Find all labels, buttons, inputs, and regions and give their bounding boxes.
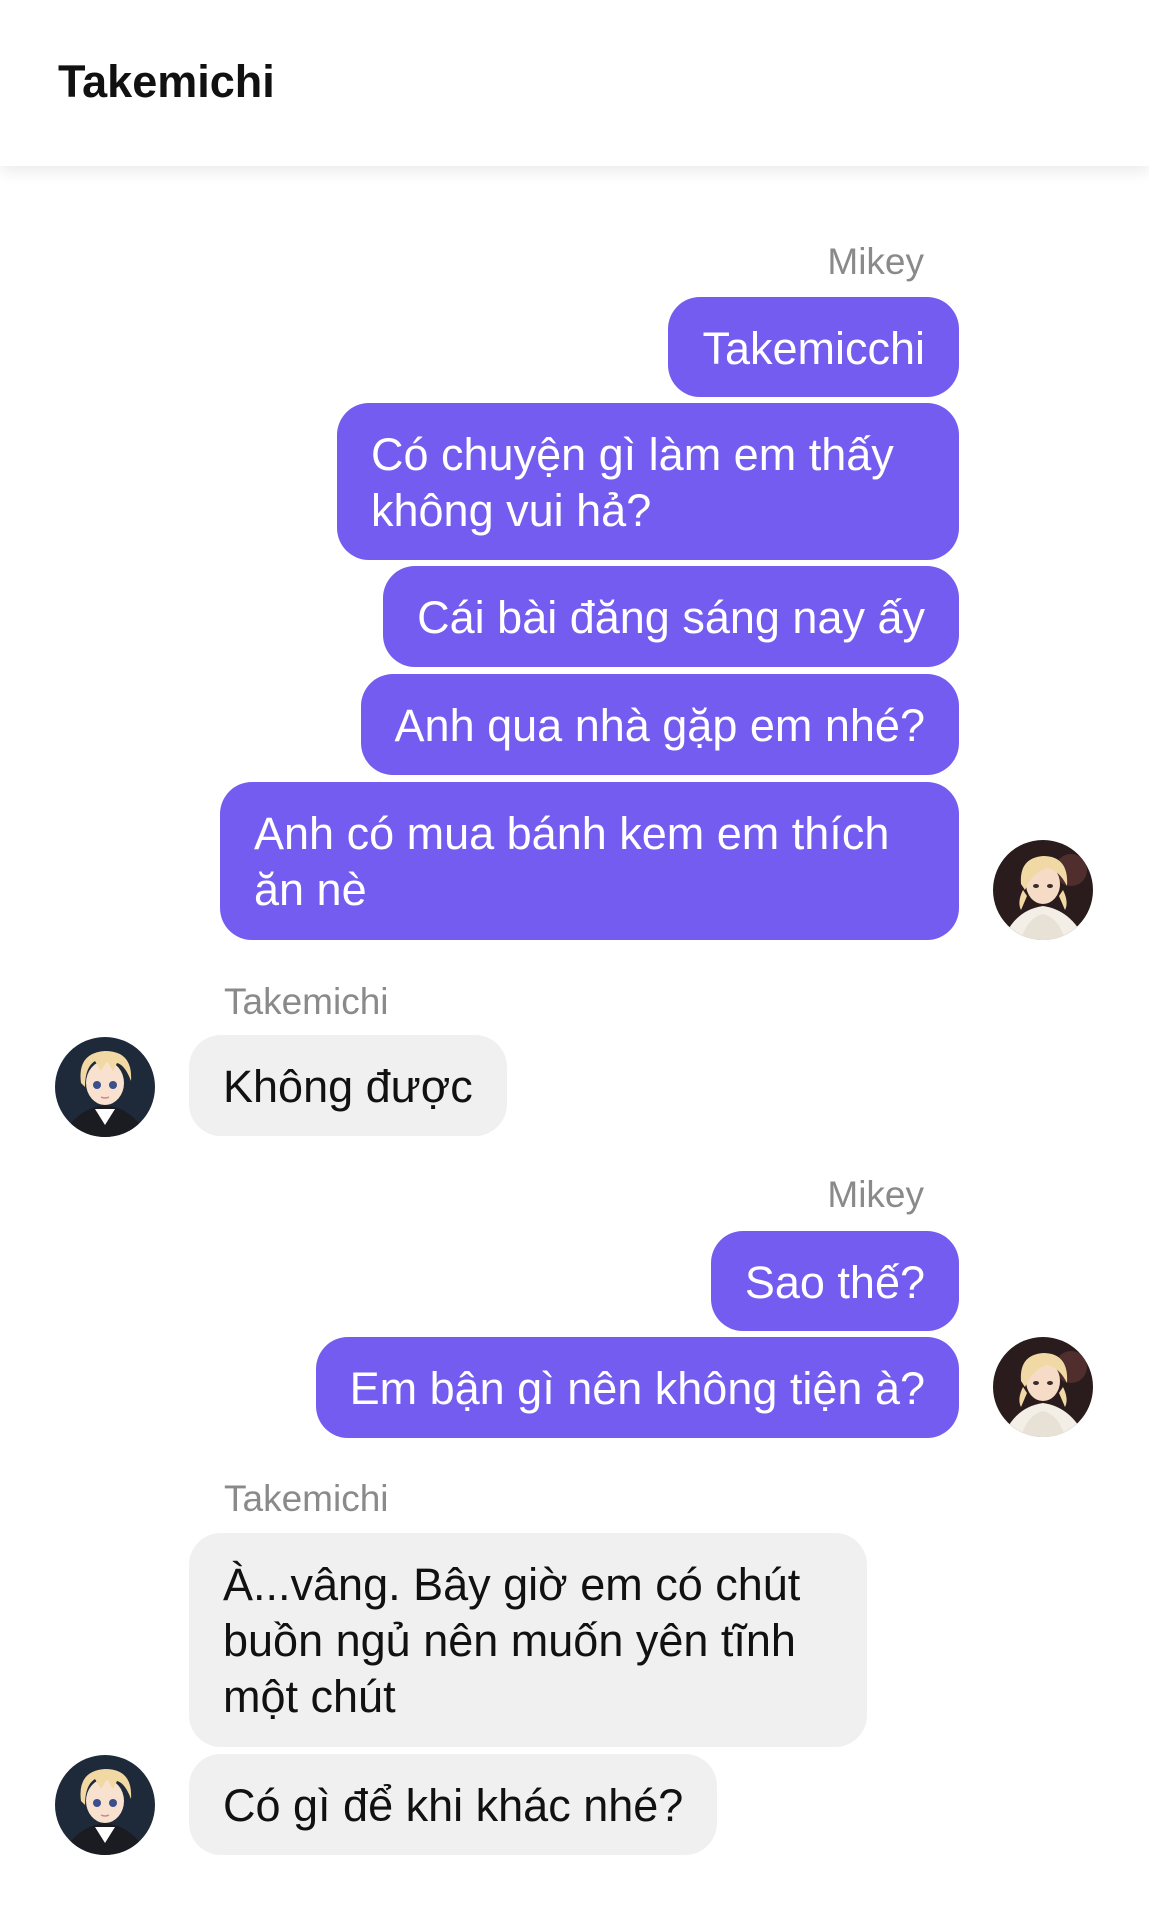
mikey-avatar[interactable] xyxy=(993,840,1093,940)
message-bubble[interactable]: Cái bài đăng sáng nay ấy xyxy=(383,566,959,667)
chat-header: Takemichi xyxy=(0,0,1149,166)
message-bubble[interactable]: Sao thế? xyxy=(710,1231,959,1331)
message-bubble[interactable]: Anh qua nhà gặp em nhé? xyxy=(360,674,959,775)
message-bubble[interactable]: Không được xyxy=(189,1035,507,1136)
takemichi-avatar[interactable] xyxy=(55,1037,155,1137)
message-bubble[interactable]: Em bận gì nên không tiện à? xyxy=(315,1337,959,1438)
message-bubble[interactable]: Anh có mua bánh kem em thích ăn nè xyxy=(220,782,959,940)
sender-label-mikey: Mikey xyxy=(827,1174,924,1215)
conversation-title: Takemichi xyxy=(58,56,275,107)
takemichi-avatar[interactable] xyxy=(55,1755,155,1855)
mikey-avatar[interactable] xyxy=(993,1337,1093,1437)
message-bubble[interactable]: Có chuyện gì làm em thấy không vui hả? xyxy=(337,403,959,560)
message-bubble[interactable]: Takemicchi xyxy=(668,297,959,397)
message-bubble[interactable]: Có gì để khi khác nhé? xyxy=(189,1754,718,1855)
sender-label-mikey: Mikey xyxy=(827,241,924,282)
sender-label-takemichi: Takemichi xyxy=(224,1478,389,1519)
sender-label-takemichi: Takemichi xyxy=(224,981,389,1022)
message-thread: Mikey Takemicchi Có chuyện gì làm em thấ… xyxy=(0,0,1149,1920)
message-bubble[interactable]: À...vâng. Bây giờ em có chút buồn ngủ nê… xyxy=(189,1533,867,1747)
